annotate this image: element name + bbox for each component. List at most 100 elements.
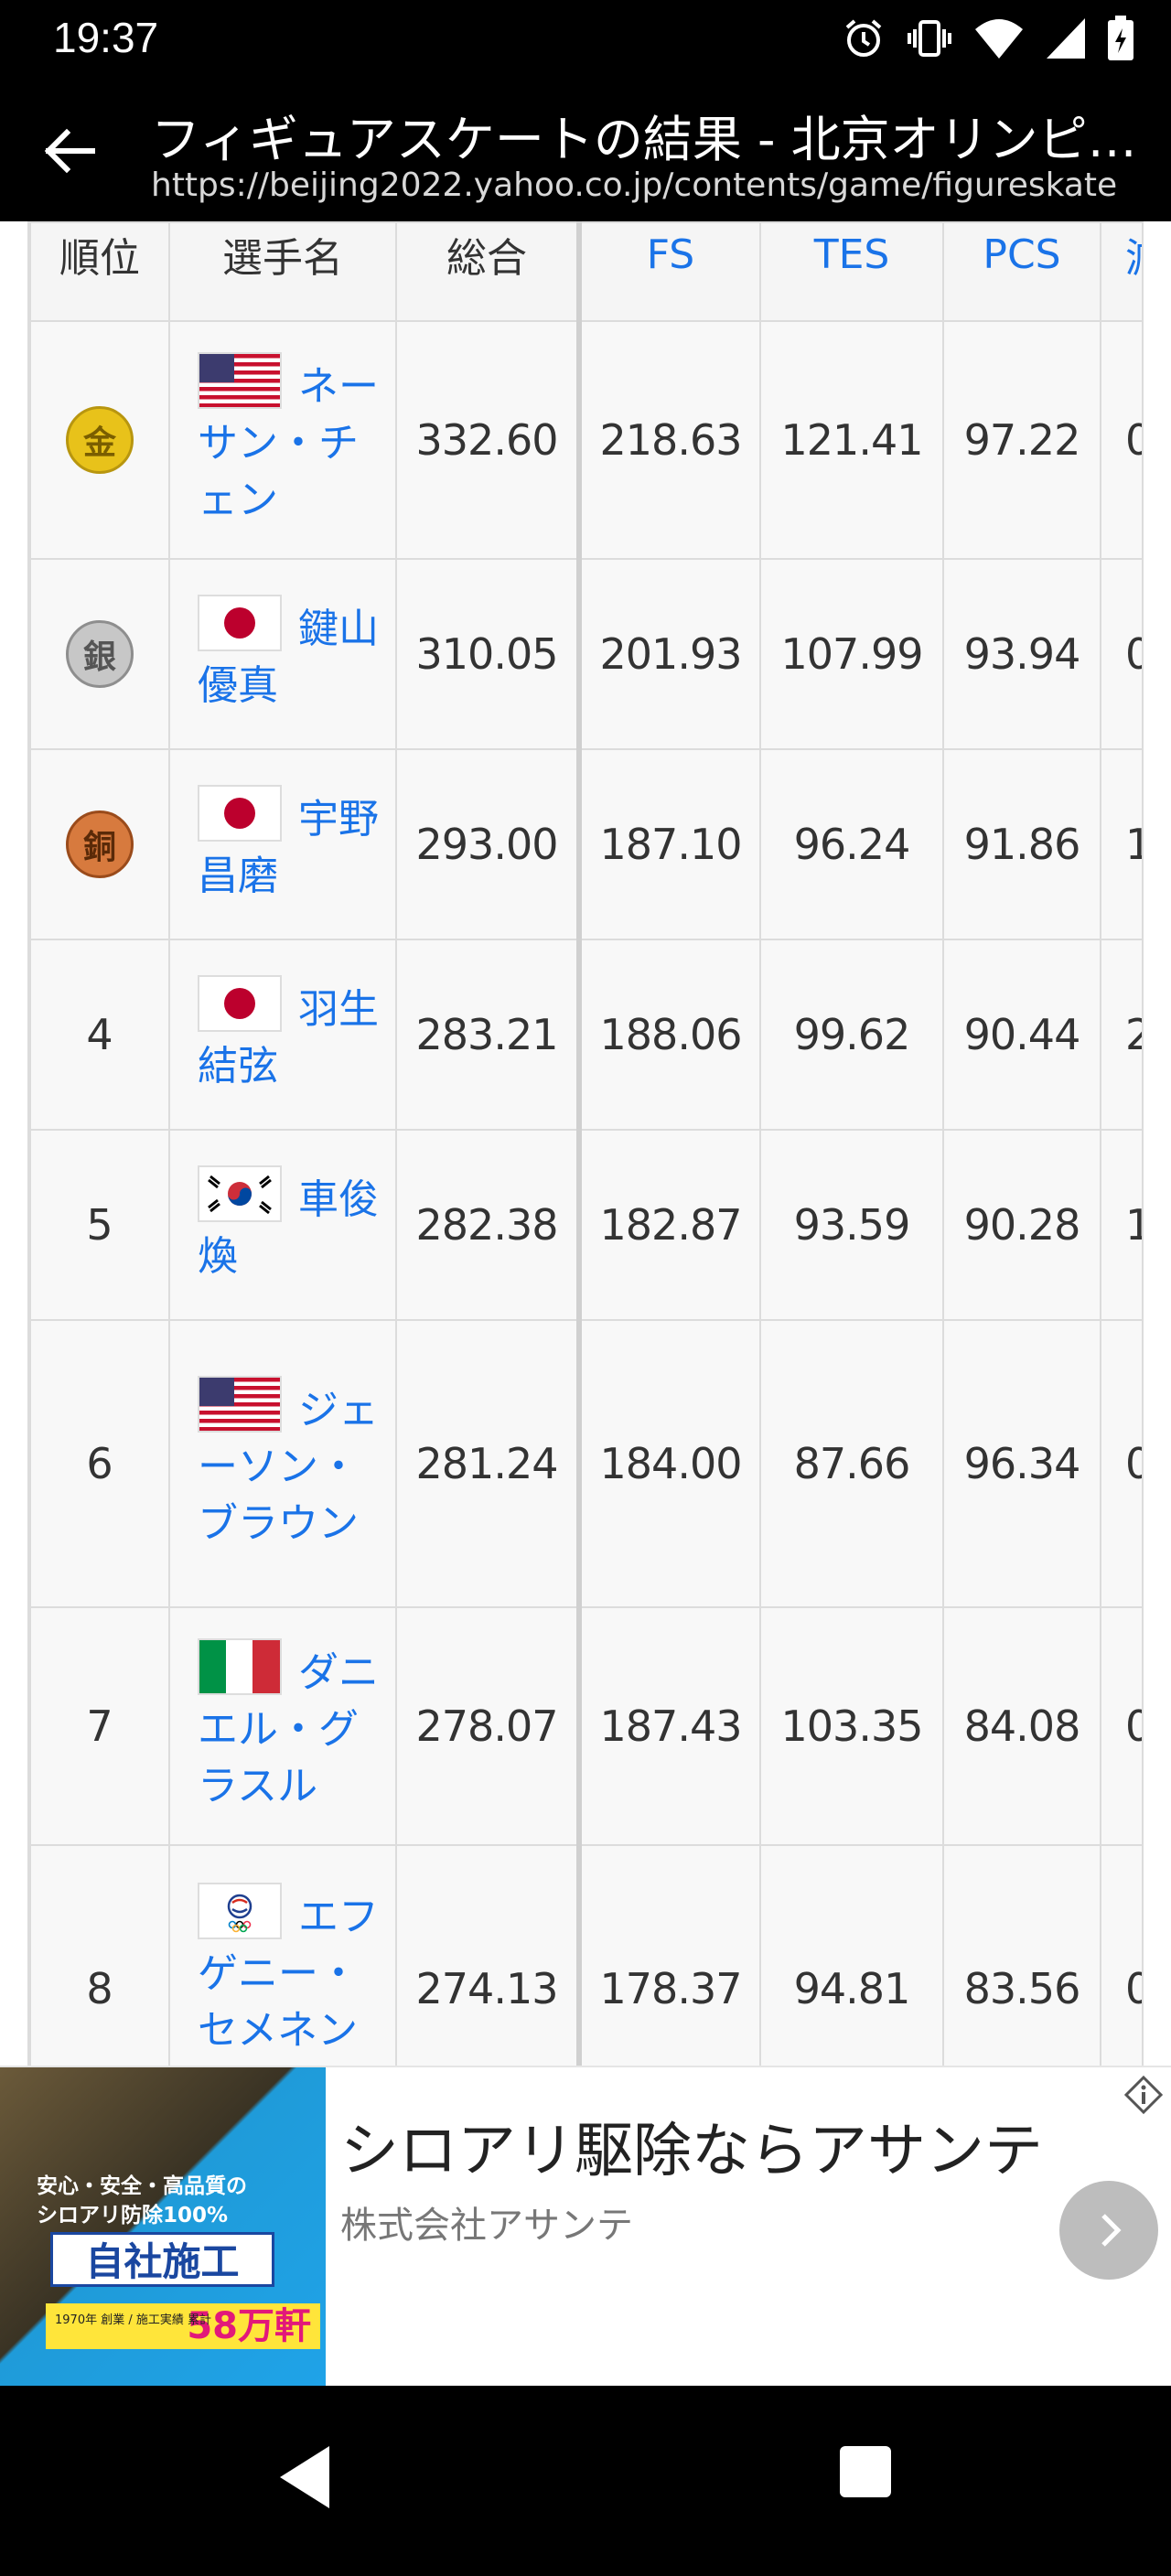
rank-cell: 6 <box>29 1319 170 1608</box>
pcs-score: 91.86 <box>942 748 1101 940</box>
total-score: 274.13 <box>395 1844 580 2066</box>
vibrate-icon <box>908 20 951 57</box>
deductions: 0 <box>1100 320 1142 560</box>
rank-cell: 金 <box>29 320 170 560</box>
ad-open-button[interactable] <box>1059 2181 1158 2280</box>
tes-score: 99.62 <box>759 939 944 1131</box>
roc-flag-icon <box>198 1883 282 1939</box>
wifi-icon <box>975 19 1023 59</box>
korea-flag-icon <box>198 1165 282 1222</box>
fs-score: 201.93 <box>576 558 761 750</box>
rank-cell: 8 <box>29 1844 170 2066</box>
japan-flag-icon <box>198 594 282 651</box>
athlete-cell[interactable]: 羽生結弦 <box>168 939 397 1131</box>
athlete-cell[interactable]: 鍵山優真 <box>168 558 397 750</box>
fs-score: 182.87 <box>576 1129 761 1321</box>
usa-flag-icon <box>198 1375 282 1433</box>
table-row: 5 車俊煥 282.38 182.87 93.59 90.28 1 <box>29 1129 1142 1321</box>
deductions: 1 <box>1100 1129 1142 1321</box>
fs-score: 188.06 <box>576 939 761 1131</box>
header-fs[interactable]: FS <box>576 221 761 322</box>
table-row: 6 ジェーソン・ブラウン 281.24 184.00 87.66 96.34 0 <box>29 1319 1142 1608</box>
deductions: 0 <box>1100 558 1142 750</box>
total-score: 283.21 <box>395 939 580 1131</box>
navigation-bar <box>0 2386 1171 2576</box>
ad-banner[interactable]: 安心・安全・高品質の シロアリ防除100% 自社施工 58万軒 1970年 創業… <box>0 2066 1171 2388</box>
pcs-score: 97.22 <box>942 320 1101 560</box>
italy-flag-icon <box>198 1637 282 1695</box>
total-score: 293.00 <box>395 748 580 940</box>
table-row: 銅 宇野昌磨 293.00 187.10 96.24 91.86 1 <box>29 748 1142 940</box>
fs-score: 187.43 <box>576 1606 761 1846</box>
table-row: 銀 鍵山優真 310.05 201.93 107.99 93.94 0 <box>29 558 1142 750</box>
header-pcs[interactable]: PCS <box>942 221 1101 322</box>
tes-score: 96.24 <box>759 748 944 940</box>
table-row: 4 羽生結弦 283.21 188.06 99.62 90.44 2 <box>29 939 1142 1131</box>
total-score: 282.38 <box>395 1129 580 1321</box>
ad-sponsor: 株式会社アサンテ <box>340 2205 633 2247</box>
athlete-cell[interactable]: ネーサン・チェン <box>168 320 397 560</box>
tes-score: 94.81 <box>759 1844 944 2066</box>
japan-flag-icon <box>198 784 282 842</box>
rank-cell: 銀 <box>29 558 170 750</box>
deductions: 1 <box>1100 748 1142 940</box>
ad-image[interactable]: 安心・安全・高品質の シロアリ防除100% 自社施工 58万軒 1970年 創業… <box>0 2067 326 2388</box>
pcs-score: 90.44 <box>942 939 1101 1131</box>
results-table: 順位 選手名 総合 FS TES PCS 減 金 ネーサン・チェン <box>29 221 1142 2066</box>
header-total: 総合 <box>395 221 580 322</box>
table-header-row: 順位 選手名 総合 FS TES PCS 減 <box>29 221 1142 322</box>
athlete-cell[interactable]: エフゲニー・セメネンコ <box>168 1844 397 2066</box>
athlete-cell[interactable]: ジェーソン・ブラウン <box>168 1319 397 1608</box>
total-score: 310.05 <box>395 558 580 750</box>
total-score: 278.07 <box>395 1606 580 1846</box>
results-table-viewport[interactable]: 順位 選手名 総合 FS TES PCS 減 金 ネーサン・チェン <box>0 221 1171 2066</box>
athlete-cell[interactable]: 車俊煥 <box>168 1129 397 1321</box>
header-name: 選手名 <box>168 221 397 322</box>
rank-cell: 銅 <box>29 748 170 940</box>
pcs-score: 93.94 <box>942 558 1101 750</box>
athlete-cell[interactable]: ダニエル・グラスル <box>168 1606 397 1846</box>
fs-score: 184.00 <box>576 1319 761 1608</box>
rank-cell: 7 <box>29 1606 170 1846</box>
fs-score: 178.37 <box>576 1844 761 2066</box>
header-deductions[interactable]: 減 <box>1100 221 1142 322</box>
usa-flag-icon <box>198 351 282 409</box>
table-row: 7 ダニエル・グラスル 278.07 187.43 103.35 84.08 0 <box>29 1606 1142 1846</box>
alarm-icon <box>845 19 882 57</box>
silver-medal-icon: 銀 <box>66 620 134 688</box>
ad-info-icon[interactable] <box>1123 2075 1164 2115</box>
status-icons <box>842 15 1134 62</box>
battery-icon <box>1108 16 1133 60</box>
signal-icon <box>1047 18 1085 59</box>
back-button[interactable] <box>37 119 101 183</box>
page-url[interactable]: https://beijing2022.yahoo.co.jp/contents… <box>151 166 1157 204</box>
table-row: 8 エフゲニー・セメネンコ 274.13 178.37 94.81 83.56 … <box>29 1844 1142 2066</box>
ad-title[interactable]: シロアリ駆除ならアサンテ <box>340 2104 1043 2188</box>
fs-score: 218.63 <box>576 320 761 560</box>
total-score: 332.60 <box>395 320 580 560</box>
rank-cell: 4 <box>29 939 170 1131</box>
athlete-cell[interactable]: 宇野昌磨 <box>168 748 397 940</box>
arrow-left-icon <box>44 128 95 174</box>
total-score: 281.24 <box>395 1319 580 1608</box>
bronze-medal-icon: 銅 <box>66 810 134 878</box>
results-table-frame: 順位 選手名 総合 FS TES PCS 減 金 ネーサン・チェン <box>27 221 1144 2066</box>
app-bar: フィギュアスケートの結果 - 北京オリンピッ… https://beijing2… <box>0 79 1171 221</box>
chevron-right-icon <box>1101 2214 1122 2247</box>
page-title: フィギュアスケートの結果 - 北京オリンピッ… <box>151 111 1157 168</box>
tes-score: 107.99 <box>759 558 944 750</box>
ad-image-text: シロアリ防除100% <box>37 2204 229 2227</box>
pcs-score: 90.28 <box>942 1129 1101 1321</box>
deductions: 0 <box>1100 1844 1142 2066</box>
ad-image-small-text: 1970年 創業 / 施工実績 累計 <box>55 2313 211 2327</box>
pcs-score: 84.08 <box>942 1606 1101 1846</box>
tes-score: 121.41 <box>759 320 944 560</box>
table-row: 金 ネーサン・チェン 332.60 218.63 121.41 97.22 0 <box>29 320 1142 560</box>
status-time: 19:37 <box>53 14 159 61</box>
tes-score: 103.35 <box>759 1606 944 1846</box>
pcs-score: 96.34 <box>942 1319 1101 1608</box>
deductions: 0 <box>1100 1319 1142 1608</box>
nav-recents-icon[interactable] <box>840 2446 891 2497</box>
nav-back-icon[interactable] <box>274 2441 338 2514</box>
header-tes[interactable]: TES <box>759 221 944 322</box>
